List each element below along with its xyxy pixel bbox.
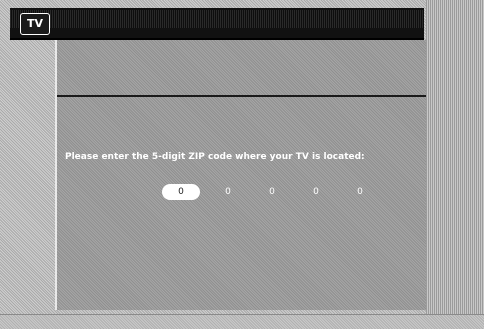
zip-prompt: Please enter the 5-digit ZIP code where … bbox=[65, 152, 365, 162]
zip-digit-4[interactable]: 0 bbox=[294, 184, 338, 200]
zip-digit-1[interactable]: 0 bbox=[162, 184, 200, 200]
setup-panel: Please enter the 5-digit ZIP code where … bbox=[55, 40, 429, 310]
section-divider bbox=[57, 95, 427, 97]
title-bar bbox=[10, 8, 424, 40]
zip-digit-2[interactable]: 0 bbox=[206, 184, 250, 200]
tv-guide-setup-screen: TV Please enter the 5-digit ZIP code whe… bbox=[0, 0, 484, 329]
zip-digit-5[interactable]: 0 bbox=[338, 184, 382, 200]
right-side-strip bbox=[426, 0, 484, 329]
zip-code-entry[interactable]: 0 0 0 0 0 bbox=[162, 184, 382, 200]
status-bar bbox=[0, 314, 484, 329]
tv-logo-icon: TV bbox=[20, 13, 50, 35]
zip-digit-3[interactable]: 0 bbox=[250, 184, 294, 200]
title-bar-stripe bbox=[10, 10, 424, 28]
